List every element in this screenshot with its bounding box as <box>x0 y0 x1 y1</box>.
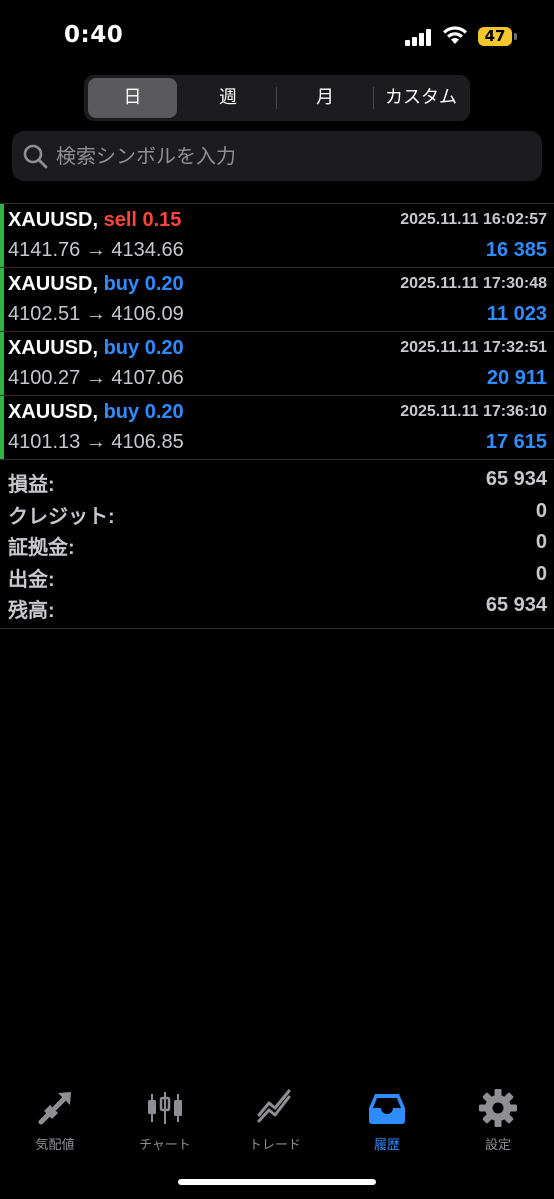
trade-chart-icon <box>257 1089 291 1123</box>
tab-label: 設定 <box>484 1138 511 1153</box>
trade-prices: 4102.51 → 4106.09 <box>8 303 184 326</box>
arrow-icon: → <box>85 239 106 261</box>
segment-custom[interactable]: カスタム <box>375 78 467 118</box>
summary-value: 65 934 <box>485 468 547 490</box>
trade-row[interactable]: XAUUSD, sell 0.15 2025.11.11 16:02:57 41… <box>0 204 554 268</box>
trade-symbol: XAUUSD, sell 0.15 <box>8 209 181 232</box>
search-input[interactable] <box>56 131 526 181</box>
close-price: 4134.66 <box>111 239 184 261</box>
trade-profit: 20 911 <box>486 367 547 389</box>
trade-datetime: 2025.11.11 17:30:48 <box>400 275 547 292</box>
open-price: 4102.51 <box>8 303 81 325</box>
wifi-icon <box>443 26 467 44</box>
tab-trade[interactable]: トレード <box>220 1082 330 1153</box>
tab-quotes[interactable]: 気配値 <box>0 1082 110 1153</box>
gear-icon <box>479 1089 517 1127</box>
position-indicator-bar <box>0 268 4 331</box>
arrow-icon: → <box>85 303 106 325</box>
search-icon <box>23 144 48 169</box>
symbol-name: XAUUSD, <box>8 401 99 423</box>
tab-settings[interactable]: 設定 <box>443 1082 553 1153</box>
tab-history[interactable]: 履歴 <box>332 1082 442 1153</box>
summary-value: 0 <box>535 562 547 585</box>
battery-tip <box>514 33 517 40</box>
segment-divider <box>373 87 374 109</box>
trade-prices: 4100.27 → 4107.06 <box>8 367 184 390</box>
home-indicator[interactable] <box>178 1179 376 1185</box>
summary-divider <box>0 628 554 629</box>
summary-value: 0 <box>535 499 547 522</box>
close-price: 4107.06 <box>111 367 184 389</box>
trade-datetime: 2025.11.11 16:02:57 <box>400 211 547 228</box>
position-indicator-bar <box>0 396 4 459</box>
segment-week[interactable]: 週 <box>182 78 274 118</box>
trade-row[interactable]: XAUUSD, buy 0.20 2025.11.11 17:30:48 410… <box>0 268 554 332</box>
trade-symbol: XAUUSD, buy 0.20 <box>8 273 184 296</box>
close-price: 4106.85 <box>111 431 184 453</box>
account-summary: 損益: 65 934 クレジット: 0 証拠金: 0 出金: 0 残高: 65 … <box>0 466 554 624</box>
summary-label: 出金: <box>8 568 55 591</box>
symbol-name: XAUUSD, <box>8 273 99 295</box>
trade-symbol: XAUUSD, buy 0.20 <box>8 401 184 424</box>
tab-label: 気配値 <box>35 1138 75 1153</box>
summary-value: 0 <box>535 531 547 553</box>
summary-row-balance: 残高: 65 934 <box>0 592 554 624</box>
trade-side: buy 0.20 <box>103 337 184 359</box>
segment-month[interactable]: 月 <box>278 78 372 118</box>
open-price: 4141.76 <box>8 239 81 261</box>
position-indicator-bar <box>0 332 4 395</box>
trade-history-list: XAUUSD, sell 0.15 2025.11.11 16:02:57 41… <box>0 203 554 460</box>
summary-label: クレジット: <box>8 505 115 528</box>
tab-chart[interactable]: チャート <box>110 1082 220 1153</box>
summary-row-profit: 損益: 65 934 <box>0 466 554 498</box>
symbol-name: XAUUSD, <box>8 209 99 231</box>
close-price: 4106.09 <box>111 303 184 325</box>
trade-datetime: 2025.11.11 17:32:51 <box>400 339 547 356</box>
position-indicator-bar <box>0 204 4 267</box>
trade-profit: 11 023 <box>486 303 547 325</box>
summary-row-credit: クレジット: 0 <box>0 498 554 530</box>
status-time: 0:40 <box>64 22 124 48</box>
summary-label: 残高: <box>8 600 55 622</box>
summary-label: 損益: <box>8 474 55 496</box>
battery-icon: 47 <box>478 27 512 46</box>
bottom-tab-bar: 気配値 チャート トレード 履歴 設定 <box>0 1082 554 1162</box>
trade-datetime: 2025.11.11 17:36:10 <box>400 403 547 420</box>
segment-day[interactable]: 日 <box>88 78 177 118</box>
trade-symbol: XAUUSD, buy 0.20 <box>8 337 184 360</box>
summary-label: 証拠金: <box>8 537 75 559</box>
tab-label: チャート <box>139 1138 191 1153</box>
trade-prices: 4101.13 → 4106.85 <box>8 431 184 454</box>
trade-side: buy 0.20 <box>103 273 184 295</box>
candlestick-icon <box>148 1092 182 1124</box>
quotes-arrow-icon <box>38 1092 71 1125</box>
period-segmented-control: 日 週 月 カスタム <box>84 75 470 121</box>
symbol-name: XAUUSD, <box>8 337 99 359</box>
summary-value: 65 934 <box>485 594 547 616</box>
trade-side: sell 0.15 <box>103 209 182 231</box>
cellular-signal-icon <box>405 28 433 46</box>
tab-label: トレード <box>248 1138 301 1153</box>
open-price: 4101.13 <box>8 431 81 453</box>
trade-row[interactable]: XAUUSD, buy 0.20 2025.11.11 17:36:10 410… <box>0 396 554 460</box>
arrow-icon: → <box>85 367 106 389</box>
history-screen: 0:40 47 日 週 月 カスタム 検索シンボルを入力 XAUUSD, sel… <box>0 0 554 1199</box>
trade-profit: 17 615 <box>485 431 547 453</box>
status-bar: 0:40 47 <box>0 0 554 74</box>
summary-row-deposit: 証拠金: 0 <box>0 529 554 561</box>
summary-row-withdrawal: 出金: 0 <box>0 561 554 593</box>
arrow-icon: → <box>85 431 106 453</box>
open-price: 4100.27 <box>8 367 81 389</box>
tab-label: 履歴 <box>373 1138 400 1153</box>
symbol-search-bar[interactable] <box>12 131 542 181</box>
inbox-icon <box>369 1094 405 1124</box>
trade-side: buy 0.20 <box>103 401 184 423</box>
trade-profit: 16 385 <box>485 239 547 261</box>
trade-prices: 4141.76 → 4134.66 <box>8 239 184 262</box>
segment-divider <box>276 87 277 109</box>
trade-row[interactable]: XAUUSD, buy 0.20 2025.11.11 17:32:51 410… <box>0 332 554 396</box>
